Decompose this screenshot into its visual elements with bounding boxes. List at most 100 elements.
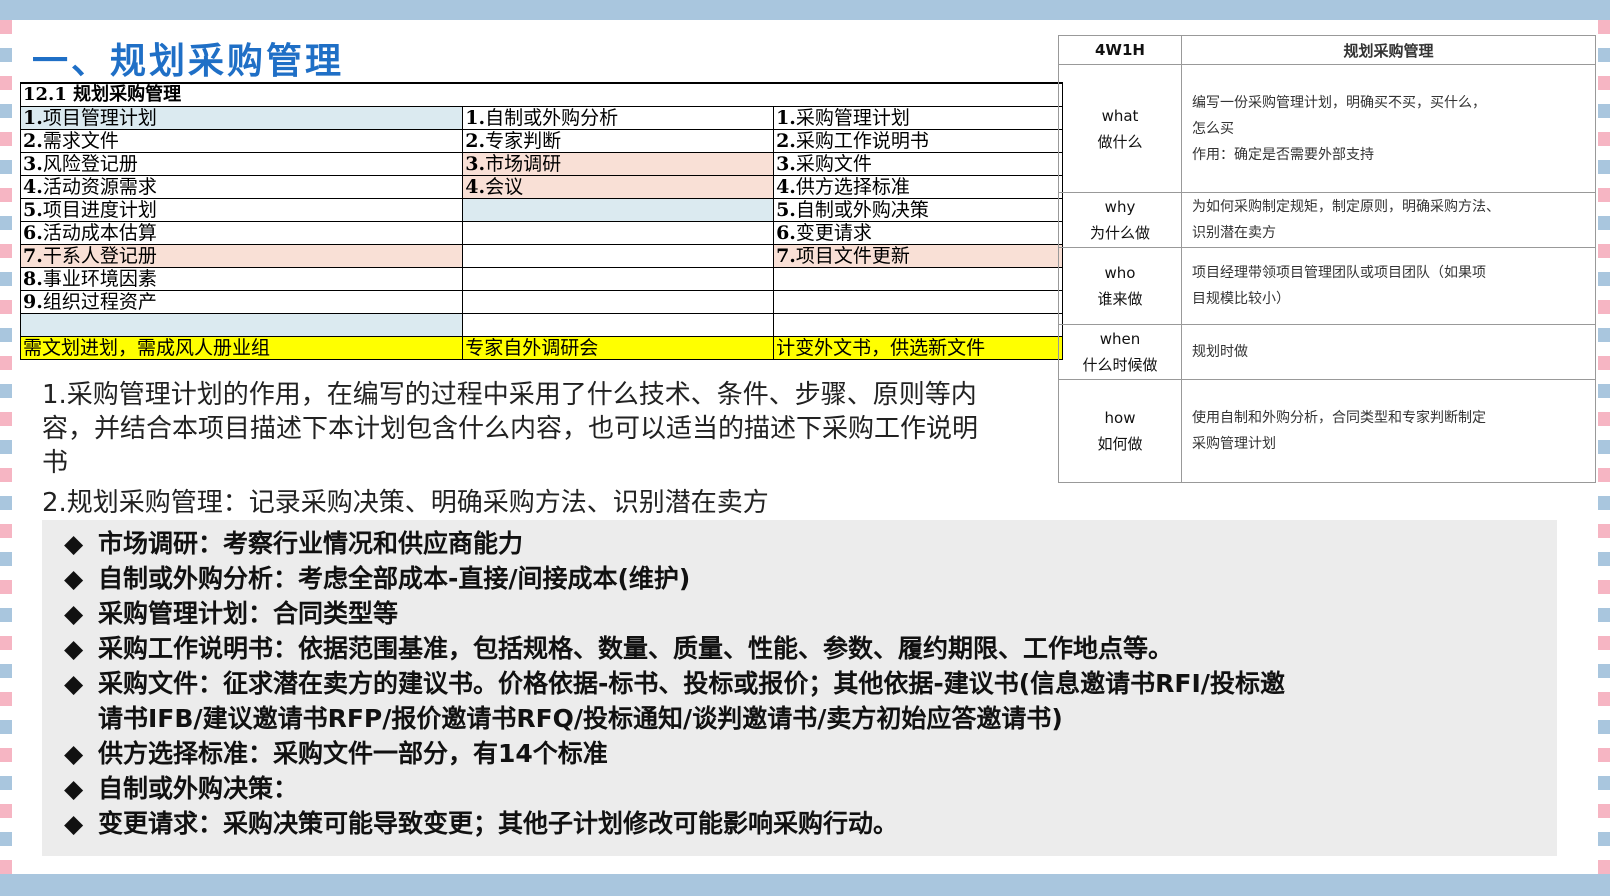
bullet-item: ◆ 市场调研：考察行业情况和供应商能力	[64, 526, 523, 561]
tool-label: 专家判断	[485, 130, 562, 152]
summary-tools: 专家自外调研会	[462, 336, 775, 360]
bullet-item: ◆ 采购管理计划：合同类型等	[64, 596, 398, 631]
output-label: 采购工作说明书	[795, 130, 929, 152]
key-zh: 如何做	[1097, 435, 1143, 453]
input-label: 组织过程资产	[42, 291, 157, 313]
key-en: when	[1099, 330, 1141, 348]
4w1h-row-how: how 如何做 使用自制和外购分析，合同类型和专家判断制定 采购管理计划	[1058, 379, 1596, 483]
item-number: 9.	[23, 291, 43, 313]
tool-cell: 2.专家判断	[462, 129, 775, 153]
output-cell: 5.自制或外购决策	[773, 198, 1063, 222]
output-label: 项目文件更新	[795, 245, 910, 267]
input-cell: 4.活动资源需求	[19, 175, 464, 199]
input-cell: 8.事业环境因素	[19, 267, 464, 291]
input-label: 事业环境因素	[42, 268, 157, 290]
4w1h-key: who 谁来做	[1058, 247, 1182, 325]
bullet-item: ◆ 采购文件：征求潜在卖方的建议书。价格依据-标书、投标或报价；其他依据-建议书(…	[64, 666, 1285, 701]
tool-cell	[462, 267, 775, 291]
frame-top	[0, 0, 1610, 20]
4w1h-row-when: when 什么时候做 规划时做	[1058, 324, 1596, 380]
tool-cell: 4.会议	[462, 175, 775, 199]
output-label: 自制或外购决策	[795, 199, 929, 221]
bullet-text: 市场调研：考察行业情况和供应商能力	[98, 529, 524, 558]
key-en: what	[1101, 106, 1139, 125]
question-1: 1.采购管理计划的作用，在编写的过程中采用了什么技术、条件、步骤、原则等内容，并…	[42, 380, 979, 478]
itto-row: 9.组织过程资产	[19, 290, 1063, 314]
bullet-text: 采购工作说明书：依据范围基准，包括规格、数量、质量、性能、参数、履约期限、工作地…	[98, 634, 1174, 663]
diamond-icon: ◆	[64, 564, 84, 593]
itto-row: 7.干系人登记册 7.项目文件更新	[19, 244, 1063, 268]
itto-row: 8.事业环境因素	[19, 267, 1063, 291]
item-number: 6.	[776, 222, 796, 244]
value-line: 为如何采购制定规矩，制定原则，明确采购方法、	[1192, 199, 1500, 215]
item-number: 6.	[23, 222, 43, 244]
itto-row: 4.活动资源需求 4.会议 4.供方选择标准	[19, 175, 1063, 199]
itto-table: 12.1 规划采购管理 1.项目管理计划 1.自制或外购分析 1.采购管理计划 …	[19, 82, 1063, 360]
4w1h-key: what 做什么	[1058, 64, 1182, 193]
frame-left-stripes	[0, 20, 12, 874]
tool-label: 自制或外购分析	[485, 107, 619, 129]
empty-cell	[773, 313, 1063, 337]
tool-label: 市场调研	[485, 153, 562, 175]
key-points-box: ◆ 市场调研：考察行业情况和供应商能力 ◆ 自制或外购分析：考虑全部成本-直接/间接…	[42, 520, 1557, 856]
key-zh: 谁来做	[1097, 290, 1143, 308]
key-en: why	[1104, 198, 1136, 216]
itto-row: 6.活动成本估算 6.变更请求	[19, 221, 1063, 245]
diamond-icon: ◆	[64, 809, 84, 838]
item-number: 5.	[23, 199, 43, 221]
bullet-item: ◆ 供方选择标准：采购文件一部分，有14个标准	[64, 736, 608, 771]
4w1h-key: how 如何做	[1058, 379, 1182, 483]
item-number: 1.	[23, 107, 43, 129]
input-cell: 5.项目进度计划	[19, 198, 464, 222]
item-number: 5.	[776, 199, 796, 221]
output-label: 变更请求	[795, 222, 872, 244]
value-line: 目规模比较小）	[1192, 291, 1290, 307]
tool-cell	[462, 290, 775, 314]
item-number: 7.	[776, 245, 796, 267]
frame-right-stripes	[1598, 20, 1610, 874]
4w1h-col-header: 规划采购管理	[1181, 35, 1596, 65]
value-line: 怎么买	[1192, 120, 1234, 137]
bullet-continuation: 请书IFB/建议邀请书RFP/报价邀请书RFQ/投标通知/谈判邀请书/卖方初始应…	[98, 704, 1063, 733]
bullet-item: ◆ 变更请求：采购决策可能导致变更；其他子计划修改可能影响采购行动。	[64, 806, 898, 841]
item-number: 2.	[776, 130, 796, 152]
itto-row: 3.风险登记册 3.市场调研 3.采购文件	[19, 152, 1063, 176]
4w1h-value: 为如何采购制定规矩，制定原则，明确采购方法、 识别潜在卖方	[1181, 192, 1596, 248]
4w1h-value: 规划时做	[1181, 324, 1596, 380]
bullet-item: ◆ 自制或外购决策：	[64, 771, 298, 806]
diamond-icon: ◆	[64, 669, 84, 698]
value-line: 编写一份采购管理计划，明确买不买，买什么，	[1192, 94, 1486, 111]
4w1h-value: 项目经理带领项目管理团队或项目团队（如果项 目规模比较小）	[1181, 247, 1596, 325]
4w1h-header-row: 4W1H 规划采购管理	[1058, 35, 1596, 65]
slide-title: 一、规划采购管理	[32, 40, 345, 82]
item-number: 4.	[776, 176, 796, 198]
diamond-icon: ◆	[64, 529, 84, 558]
tool-cell	[462, 198, 775, 222]
4w1h-value: 编写一份采购管理计划，明确买不买，买什么， 怎么买 作用：确定是否需要外部支持	[1181, 64, 1596, 193]
item-number: 2.	[23, 130, 43, 152]
bullet-item: ◆ 采购工作说明书：依据范围基准，包括规格、数量、质量、性能、参数、履约期限、工作…	[64, 631, 1173, 666]
output-label: 采购管理计划	[795, 107, 910, 129]
item-number: 1.	[465, 107, 486, 129]
input-label: 项目管理计划	[42, 107, 157, 129]
output-cell: 4.供方选择标准	[773, 175, 1063, 199]
output-cell	[773, 267, 1063, 291]
bullet-text: 自制或外购分析：考虑全部成本-直接/间接成本(维护)	[98, 564, 691, 593]
key-en: who	[1104, 264, 1136, 282]
itto-header-row: 12.1 规划采购管理	[20, 82, 1063, 107]
key-en: how	[1104, 409, 1136, 427]
output-cell: 1.采购管理计划	[773, 106, 1063, 130]
tool-cell	[462, 221, 775, 245]
summary-outputs: 计变外文书，供选新文件	[773, 336, 1063, 360]
diamond-icon: ◆	[64, 774, 84, 803]
diamond-icon: ◆	[64, 599, 84, 628]
input-cell: 3.风险登记册	[19, 152, 464, 176]
4w1h-key: why 为什么做	[1058, 192, 1182, 248]
input-cell: 9.组织过程资产	[19, 290, 464, 314]
input-label: 活动成本估算	[42, 222, 157, 244]
itto-row: 2.需求文件 2.专家判断 2.采购工作说明书	[19, 129, 1063, 153]
itto-row: 5.项目进度计划 5.自制或外购决策	[19, 198, 1063, 222]
value-line: 识别潜在卖方	[1192, 225, 1276, 241]
output-label: 采购文件	[795, 153, 872, 175]
itto-empty-row	[19, 313, 1063, 337]
